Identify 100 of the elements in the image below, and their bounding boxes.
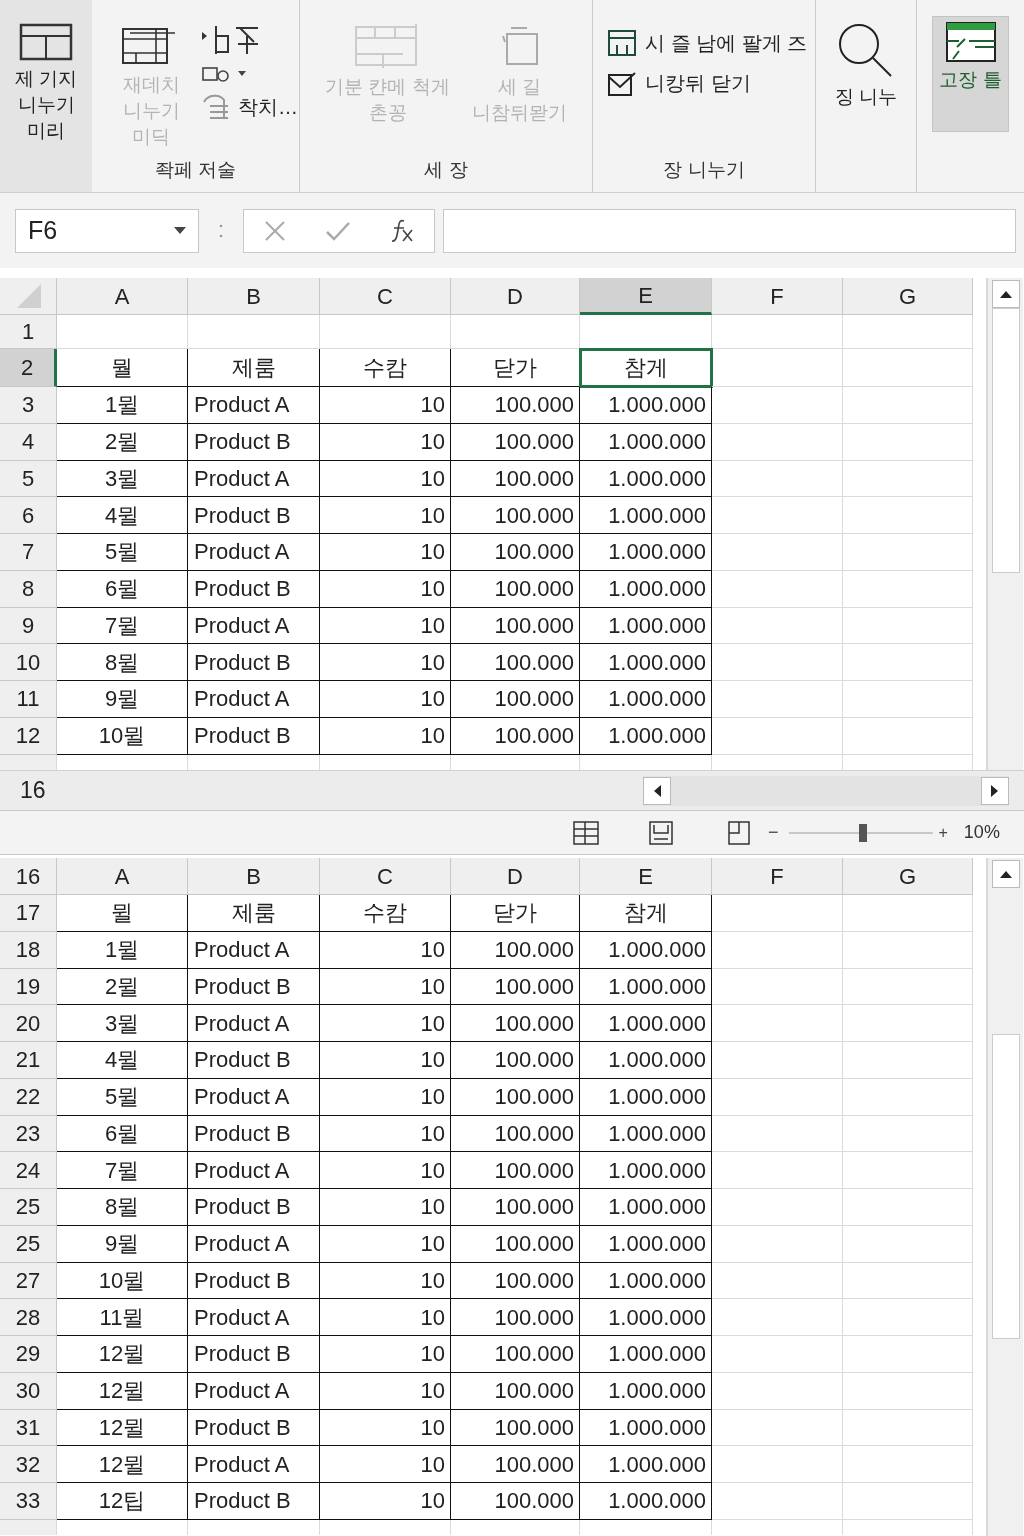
row-number[interactable]: 33 bbox=[0, 1483, 57, 1520]
page-break-view-icon[interactable] bbox=[728, 820, 750, 845]
table-cell: 10 bbox=[320, 1299, 451, 1336]
arrange-icon bbox=[200, 64, 230, 84]
table-cell: 100.000 bbox=[451, 681, 580, 718]
zoom-out-button[interactable]: − bbox=[768, 819, 779, 846]
column-header[interactable]: B bbox=[188, 858, 320, 895]
ribbon-button[interactable]: 니캉뒤 닫기 bbox=[607, 68, 751, 98]
table-cell: 10 bbox=[320, 1115, 451, 1153]
row-number[interactable]: 27 bbox=[0, 1262, 57, 1300]
up-arrow-icon bbox=[1000, 290, 1012, 298]
formula-input[interactable] bbox=[443, 208, 1016, 253]
column-header[interactable]: G bbox=[843, 858, 973, 895]
row-number[interactable]: 31 bbox=[0, 1409, 57, 1447]
row-number[interactable]: 10 bbox=[0, 644, 57, 681]
normal-view-icon[interactable] bbox=[573, 820, 599, 845]
table-cell: 100.000 bbox=[451, 1336, 580, 1373]
row-number[interactable]: 25 bbox=[0, 1225, 57, 1263]
table-cell: 100.000 bbox=[451, 1152, 580, 1189]
column-heading-cell: 닫가 bbox=[451, 349, 580, 387]
table-cell: 10 bbox=[320, 1372, 451, 1410]
column-header[interactable]: G bbox=[843, 278, 973, 315]
row-number[interactable]: 29 bbox=[0, 1336, 57, 1373]
table-cell: 12팁 bbox=[57, 1483, 188, 1520]
ribbon-button[interactable]: 착치… bbox=[200, 92, 298, 122]
column-header[interactable]: D bbox=[451, 858, 580, 895]
column-header[interactable]: F bbox=[712, 858, 843, 895]
column-header[interactable]: F bbox=[712, 278, 843, 315]
slider-thumb[interactable] bbox=[859, 823, 868, 842]
column-header[interactable]: E bbox=[580, 858, 712, 895]
column-header[interactable]: E bbox=[580, 278, 712, 315]
row-number[interactable]: 19 bbox=[0, 968, 57, 1006]
table-cell: 100.000 bbox=[451, 460, 580, 498]
row-number[interactable]: 24 bbox=[0, 1152, 57, 1189]
row-number[interactable]: 7 bbox=[0, 534, 57, 571]
row-number[interactable]: 4 bbox=[0, 423, 57, 461]
scroll-right-button[interactable] bbox=[981, 776, 1009, 805]
row-number[interactable]: 28 bbox=[0, 1299, 57, 1336]
row-number[interactable]: 20 bbox=[0, 1005, 57, 1042]
table-cell: 1.000.000 bbox=[580, 423, 712, 461]
row-number[interactable]: 22 bbox=[0, 1078, 57, 1116]
row-number[interactable]: 8 bbox=[0, 570, 57, 608]
row-number[interactable]: 21 bbox=[0, 1042, 57, 1079]
row-number[interactable]: 23 bbox=[0, 1115, 57, 1153]
zoom-slider[interactable] bbox=[788, 823, 933, 842]
scrollbar-thumb[interactable] bbox=[992, 308, 1020, 573]
row-number[interactable]: 32 bbox=[0, 1446, 57, 1483]
table-cell: 10뮐 bbox=[57, 717, 188, 755]
table-cell: 1.000.000 bbox=[580, 497, 712, 534]
zoom-in-button[interactable]: + bbox=[938, 820, 948, 845]
table-cell: 12뮐 bbox=[57, 1446, 188, 1483]
table-cell: 10 bbox=[320, 423, 451, 461]
column-header[interactable]: A bbox=[57, 858, 188, 895]
column-header[interactable]: B bbox=[188, 278, 320, 315]
row-number[interactable]: 1 bbox=[0, 315, 57, 349]
table-cell: Product A bbox=[188, 1078, 320, 1116]
table-cell: 10 bbox=[320, 1189, 451, 1226]
row-number[interactable]: 2 bbox=[0, 349, 57, 387]
row-number[interactable]: 5 bbox=[0, 460, 57, 498]
row-number[interactable]: 3 bbox=[0, 387, 57, 424]
row-number[interactable]: 30 bbox=[0, 1372, 57, 1410]
row-number[interactable]: 6 bbox=[0, 497, 57, 534]
row-number[interactable]: 17 bbox=[0, 895, 57, 932]
ribbon-button[interactable]: 고장 틀 bbox=[932, 16, 1009, 132]
column-header[interactable]: D bbox=[451, 278, 580, 315]
table-cell: 100.000 bbox=[451, 497, 580, 534]
column-heading-cell: 수캄 bbox=[320, 895, 451, 932]
table-cell: 10 bbox=[320, 1446, 451, 1483]
function-icon[interactable] bbox=[390, 217, 415, 244]
ribbon-button[interactable]: 징 니누 bbox=[828, 18, 904, 110]
scroll-up-button[interactable] bbox=[992, 280, 1020, 308]
table-cell: Product B bbox=[188, 1483, 320, 1520]
table-cell: 12뮐 bbox=[57, 1336, 188, 1373]
table-cell: 10 bbox=[320, 1005, 451, 1042]
ribbon-button[interactable]: 시 즐 남에 팔게 즈 bbox=[607, 28, 808, 58]
table-cell: 100.000 bbox=[451, 1005, 580, 1042]
table-cell: 7뮐 bbox=[57, 607, 188, 645]
table-cell: Product A bbox=[188, 1225, 320, 1263]
table-cell: 100.000 bbox=[451, 534, 580, 571]
column-header[interactable]: C bbox=[320, 858, 451, 895]
row-number[interactable]: 25 bbox=[0, 1189, 57, 1226]
table-cell: Product B bbox=[188, 497, 320, 534]
column-header[interactable]: C bbox=[320, 278, 451, 315]
name-box[interactable]: F6 bbox=[15, 208, 199, 253]
table-cell: 10 bbox=[320, 460, 451, 498]
table-cell: 12뮐 bbox=[57, 1409, 188, 1447]
column-header[interactable]: A bbox=[57, 278, 188, 315]
row-number[interactable]: 11 bbox=[0, 681, 57, 718]
scrollbar-thumb[interactable] bbox=[992, 1034, 1020, 1339]
table-cell: 6뮐 bbox=[57, 1115, 188, 1153]
table-cell: Product B bbox=[188, 717, 320, 755]
row-number[interactable]: 18 bbox=[0, 931, 57, 969]
scroll-up-button[interactable] bbox=[992, 860, 1020, 888]
table-cell: 10 bbox=[320, 1152, 451, 1189]
page-layout-view-icon[interactable] bbox=[649, 820, 673, 845]
row-number[interactable]: 9 bbox=[0, 607, 57, 645]
group-label: 장 니누기 bbox=[662, 158, 746, 182]
row-number[interactable]: 12 bbox=[0, 717, 57, 755]
table-cell: 100.000 bbox=[451, 1115, 580, 1153]
scroll-left-button[interactable] bbox=[643, 776, 671, 805]
